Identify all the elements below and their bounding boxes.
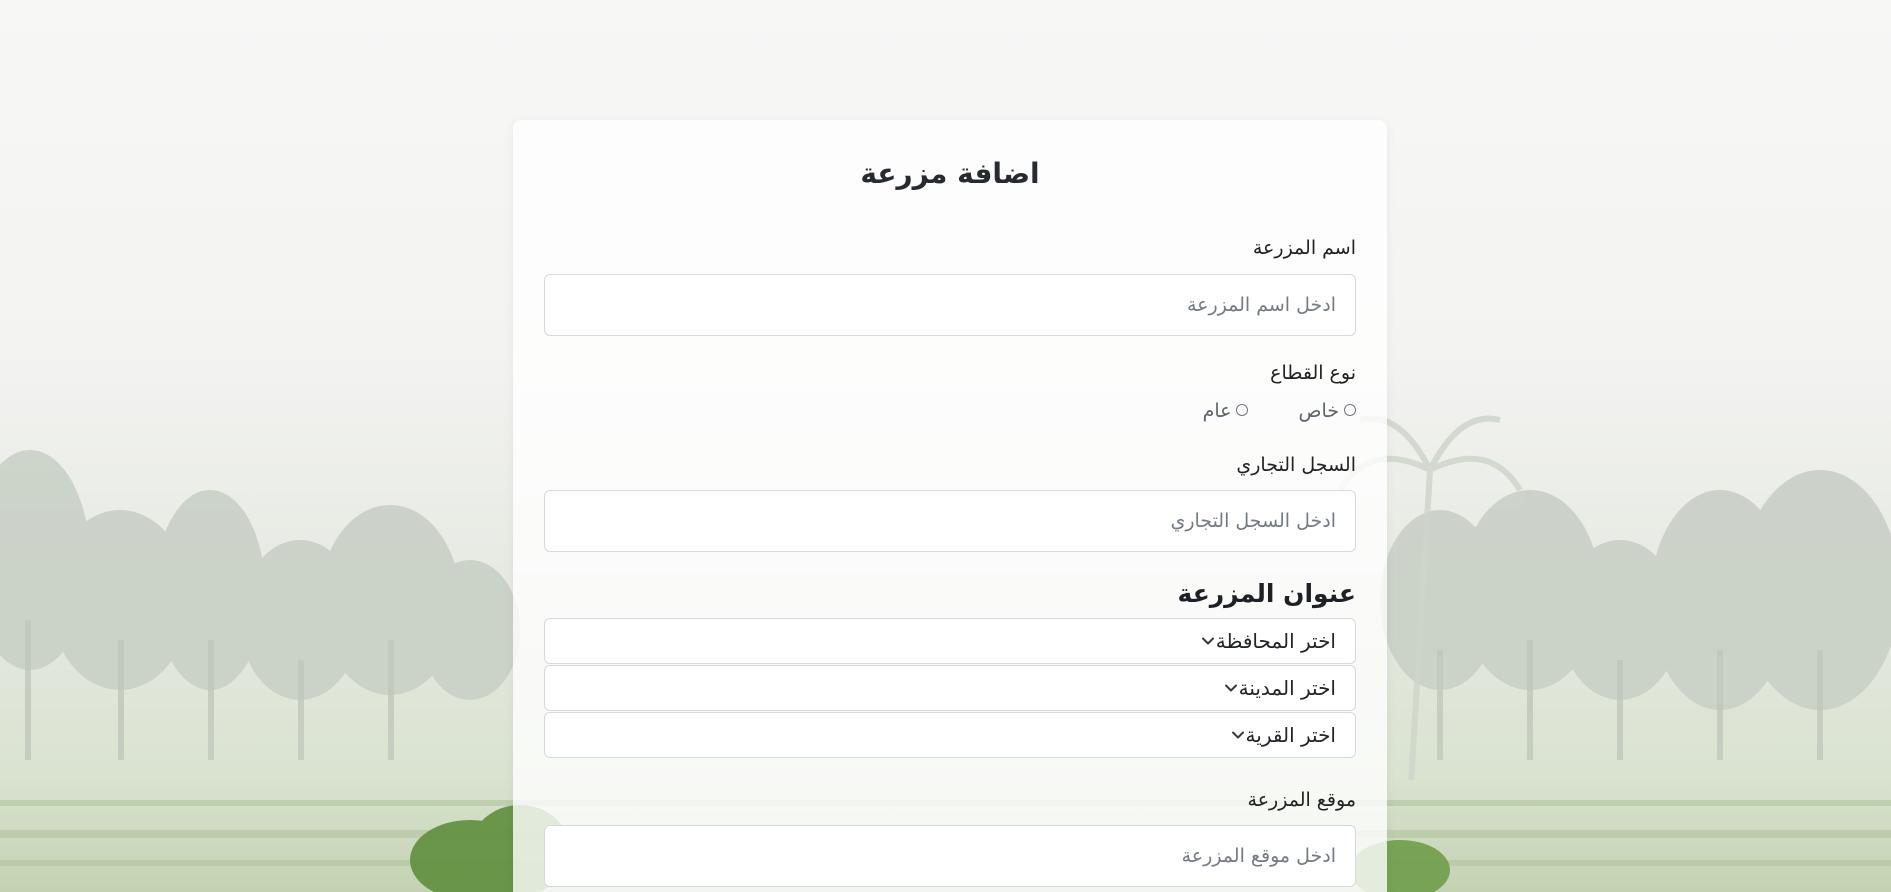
commercial-register-label: السجل التجاري xyxy=(1236,454,1356,476)
city-select-value: اختر المدينة xyxy=(1238,676,1336,700)
city-select[interactable]: اختر المدينة xyxy=(544,665,1356,711)
sector-radio-private-label: خاص xyxy=(1298,400,1339,422)
farm-location-label: موقع المزرعة xyxy=(1247,789,1356,811)
sector-type-label: نوع القطاع xyxy=(1270,362,1356,384)
chevron-down-icon xyxy=(1223,680,1239,696)
commercial-register-input[interactable] xyxy=(544,490,1356,552)
chevron-down-icon xyxy=(1230,727,1246,743)
sector-radio-public[interactable]: عام xyxy=(1203,400,1249,422)
farm-address-heading: عنوان المزرعة xyxy=(1177,579,1356,608)
farm-name-label: اسم المزرعة xyxy=(1252,237,1356,259)
village-select[interactable]: اختر القرية xyxy=(544,712,1356,758)
governorate-select-value: اختر المحافظة xyxy=(1215,629,1336,653)
governorate-select[interactable]: اختر المحافظة xyxy=(544,618,1356,664)
page-title: اضافة مزرعة xyxy=(860,157,1040,190)
radio-unchecked-icon[interactable] xyxy=(1344,403,1356,416)
sector-radio-public-label: عام xyxy=(1202,400,1232,422)
farm-location-input[interactable] xyxy=(544,825,1356,887)
chevron-down-icon xyxy=(1200,633,1216,649)
sector-radio-private[interactable]: خاص xyxy=(1298,400,1356,422)
radio-unchecked-icon[interactable] xyxy=(1236,403,1249,416)
farm-name-input[interactable] xyxy=(544,274,1356,336)
sector-radio-group: خاص عام xyxy=(1203,400,1356,422)
village-select-value: اختر القرية xyxy=(1245,723,1336,747)
